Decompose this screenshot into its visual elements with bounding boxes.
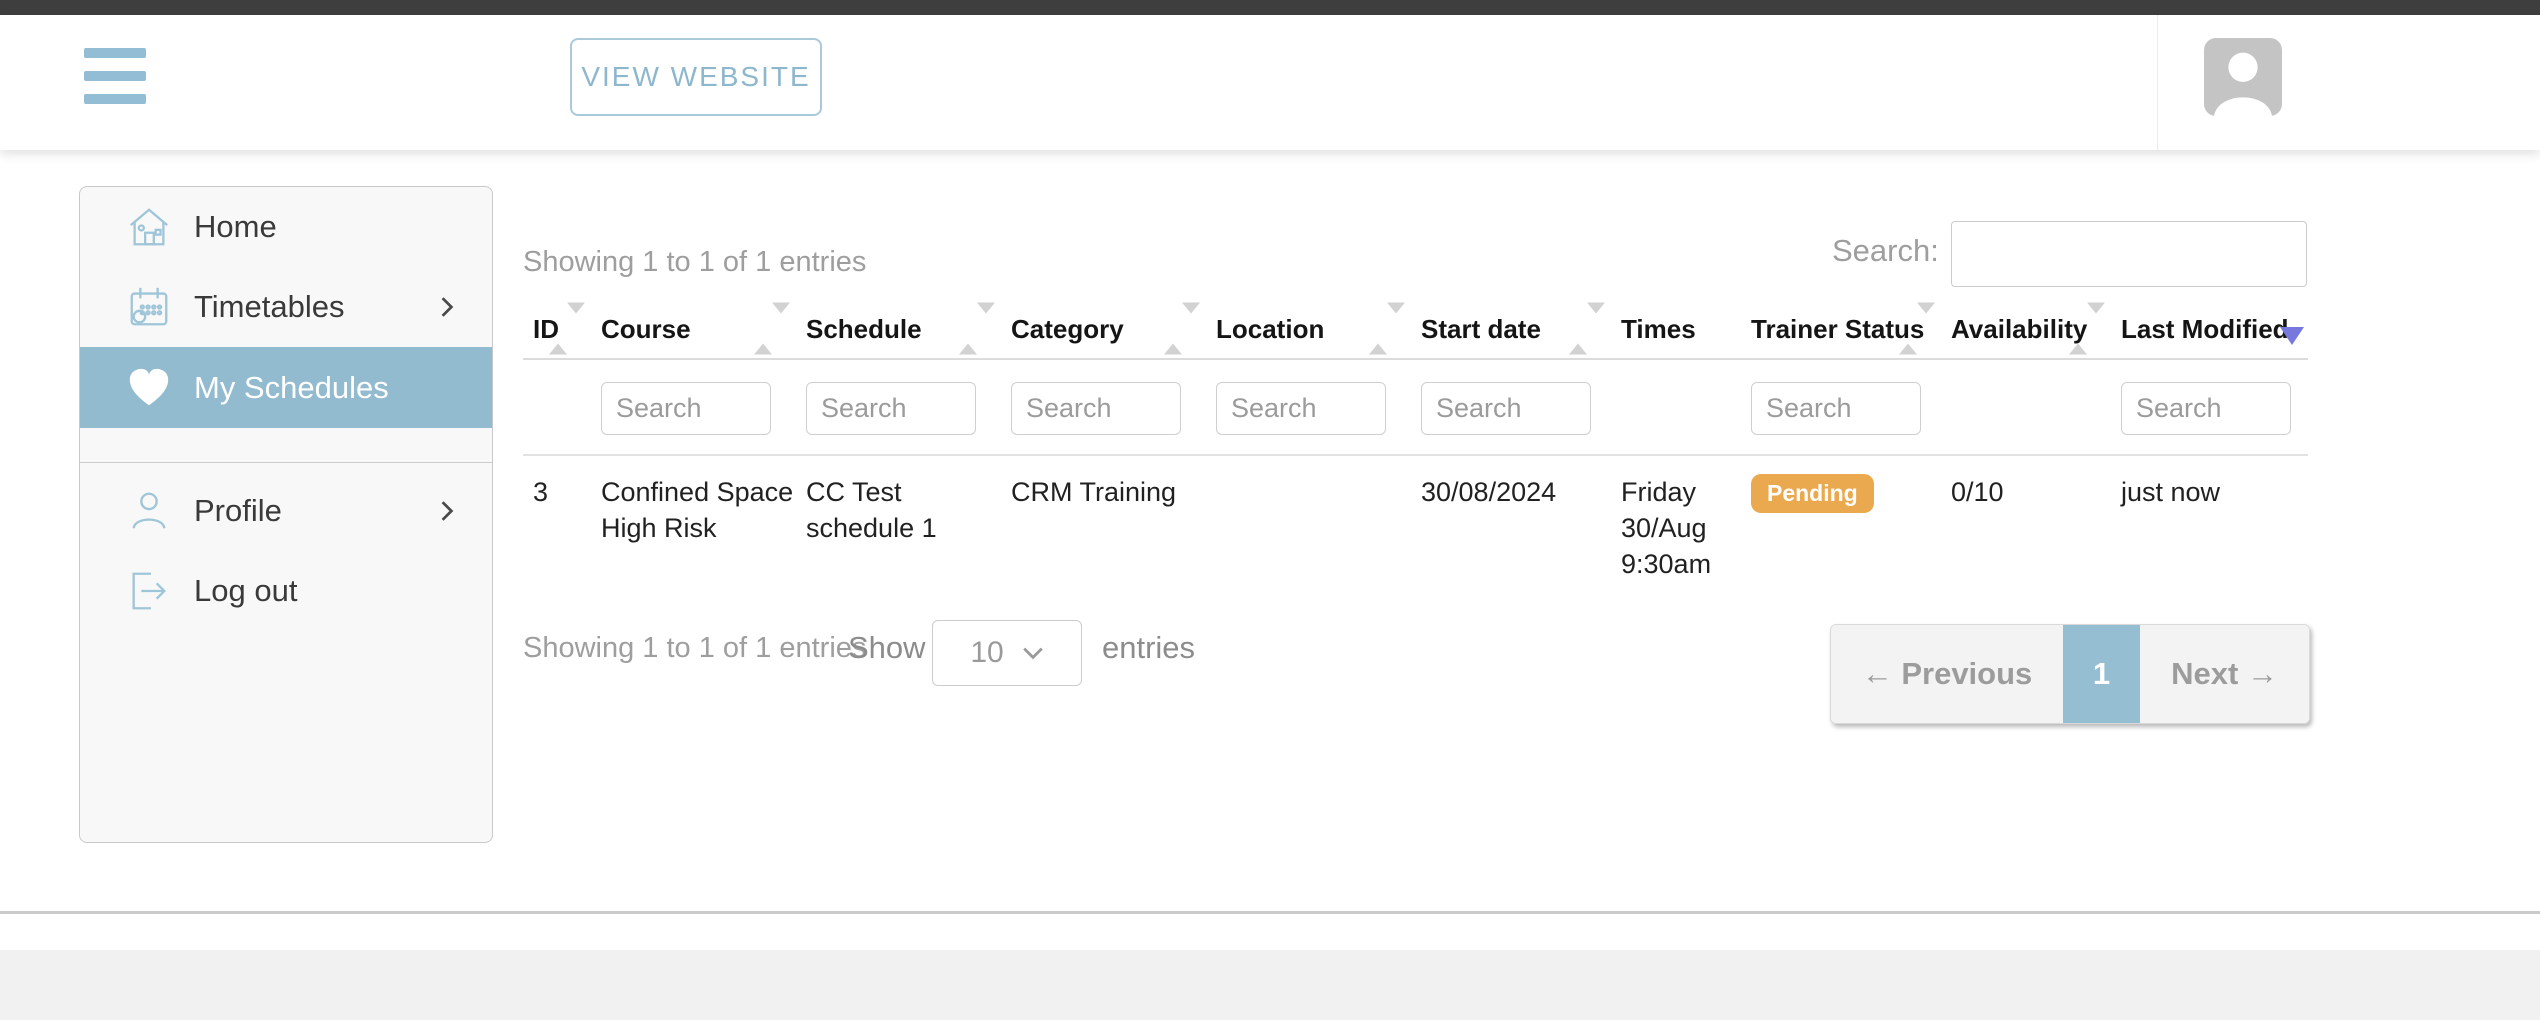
cell-category: CRM Training (1001, 458, 1206, 582)
column-header-trainer-status[interactable]: Trainer Status (1741, 300, 1941, 358)
sidebar-item-home[interactable]: Home (80, 187, 492, 267)
filter-category-input[interactable] (1011, 382, 1181, 435)
logout-icon (126, 568, 172, 614)
calendar-icon (126, 284, 172, 330)
chevron-down-icon (1022, 646, 1044, 660)
cell-availability: 0/10 (1941, 458, 2111, 582)
status-badge: Pending (1751, 474, 1874, 513)
avatar[interactable] (2204, 38, 2282, 116)
header-divider (2157, 15, 2158, 150)
heart-icon (126, 365, 172, 411)
filter-trainer-status-input[interactable] (1751, 382, 1921, 435)
column-header-course[interactable]: Course (591, 300, 796, 358)
cell-id: 3 (523, 458, 591, 582)
sidebar-item-my-schedules[interactable]: My Schedules (80, 347, 492, 428)
global-search-label: Search: (1832, 233, 1939, 269)
sort-icon[interactable] (1569, 314, 1605, 345)
filter-schedule-input[interactable] (806, 382, 976, 435)
cell-times: Friday 30/Aug 9:30am (1611, 458, 1741, 582)
sort-icon[interactable] (1899, 314, 1935, 345)
entries-info-bottom: Showing 1 to 1 of 1 entries (523, 632, 866, 665)
cell-start-date: 30/08/2024 (1411, 458, 1611, 582)
global-search-input[interactable] (1951, 221, 2307, 287)
column-header-category[interactable]: Category (1001, 300, 1206, 358)
page-size-value: 10 (970, 636, 1003, 670)
sidebar: Home Timetables My Schedules (79, 186, 493, 843)
home-icon (126, 204, 172, 250)
table-filter-row (523, 362, 2308, 456)
sidebar-item-timetables[interactable]: Timetables (80, 267, 492, 347)
sidebar-item-logout[interactable]: Log out (80, 551, 492, 631)
page-size-select[interactable]: 10 (932, 620, 1082, 686)
page-1-button[interactable]: 1 (2063, 625, 2140, 723)
view-website-button[interactable]: VIEW WEBSITE (570, 38, 822, 116)
filter-location-input[interactable] (1216, 382, 1386, 435)
column-header-location[interactable]: Location (1206, 300, 1411, 358)
sidebar-item-label: Log out (194, 573, 297, 609)
app-header: VIEW WEBSITE (0, 15, 2540, 150)
sidebar-divider (80, 462, 492, 463)
filter-start-date-input[interactable] (1421, 382, 1591, 435)
cell-course: Confined Space High Risk (591, 458, 796, 582)
table-row: 3 Confined Space High Risk CC Test sched… (523, 458, 2308, 582)
entries-label: entries (1102, 630, 1195, 666)
show-label: Show (848, 630, 926, 666)
sort-desc-icon[interactable] (2280, 327, 2304, 345)
sidebar-item-label: My Schedules (194, 370, 389, 406)
previous-page-button[interactable]: ← Previous (1831, 625, 2063, 723)
column-header-last-modified[interactable]: Last Modified (2111, 300, 2308, 358)
sort-icon[interactable] (754, 314, 790, 345)
app-root: VIEW WEBSITE Home (0, 0, 2540, 1020)
column-header-schedule[interactable]: Schedule (796, 300, 1001, 358)
cell-schedule: CC Test schedule 1 (796, 458, 1001, 582)
menu-icon[interactable] (84, 48, 146, 117)
profile-icon (126, 488, 172, 534)
user-icon (2204, 38, 2282, 116)
sort-icon[interactable] (2069, 314, 2105, 345)
sort-icon[interactable] (549, 314, 585, 345)
page-footer (0, 950, 2540, 1020)
filter-course-input[interactable] (601, 382, 771, 435)
sort-icon[interactable] (1164, 314, 1200, 345)
sidebar-item-label: Timetables (194, 289, 344, 325)
column-header-availability[interactable]: Availability (1941, 300, 2111, 358)
next-page-button[interactable]: Next → (2140, 625, 2309, 723)
sort-icon[interactable] (959, 314, 995, 345)
sort-icon[interactable] (1369, 314, 1405, 345)
sidebar-item-label: Home (194, 209, 277, 245)
pagination: ← Previous 1 Next → (1830, 624, 2310, 724)
chevron-right-icon (440, 500, 454, 522)
sidebar-item-profile[interactable]: Profile (80, 471, 492, 551)
table-header-row: ID Course Schedule Category Location Sta… (523, 300, 2308, 360)
chevron-right-icon (440, 296, 454, 318)
cell-location (1206, 458, 1411, 582)
cell-trainer-status: Pending (1741, 458, 1941, 582)
cell-last-modified: just now (2111, 458, 2308, 582)
content-bottom-divider (0, 911, 2540, 914)
top-status-bar (0, 0, 2540, 15)
column-header-id[interactable]: ID (523, 300, 591, 358)
column-header-times[interactable]: Times (1611, 300, 1741, 358)
column-header-start-date[interactable]: Start date (1411, 300, 1611, 358)
entries-info-top: Showing 1 to 1 of 1 entries (523, 246, 866, 279)
sidebar-item-label: Profile (194, 493, 282, 529)
filter-last-modified-input[interactable] (2121, 382, 2291, 435)
